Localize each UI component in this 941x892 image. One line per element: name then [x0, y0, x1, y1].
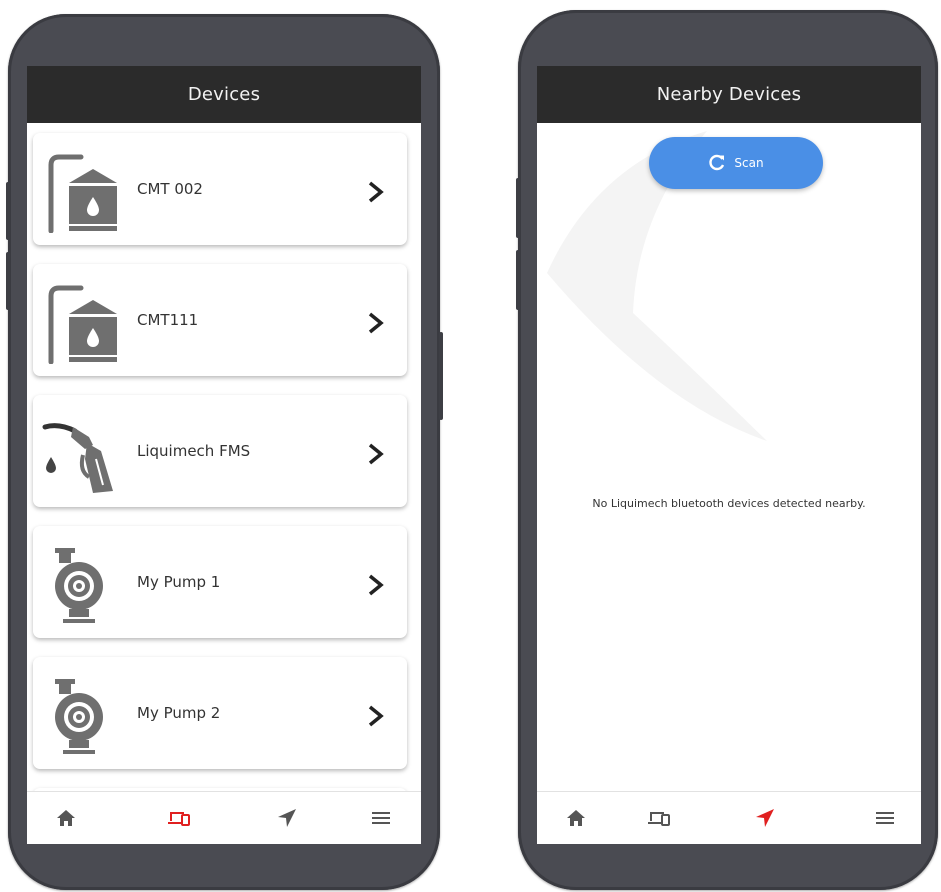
app-bar: Nearby Devices: [537, 66, 921, 123]
device-name: My Pump 2: [137, 704, 221, 722]
pump-icon: [55, 548, 103, 623]
device-name: Liquimech FMS: [137, 442, 251, 460]
devices-icon[interactable]: [646, 805, 672, 831]
pump-icon: [55, 679, 103, 754]
chevron-right-icon: [368, 574, 384, 596]
devices-screen: Devices CMT 002 CMT111 Liquimech FMS My …: [27, 66, 421, 844]
nearby-icon[interactable]: [752, 805, 778, 831]
device-card[interactable]: CMT 002: [33, 133, 407, 245]
scan-button[interactable]: Scan: [649, 137, 823, 189]
nearby-icon[interactable]: [274, 805, 300, 831]
device-card[interactable]: Liquimech FMS: [33, 395, 407, 507]
device-card[interactable]: CMT111: [33, 264, 407, 376]
fuel-tank-icon: [48, 285, 117, 364]
device-name: CMT 002: [137, 180, 203, 198]
empty-state-message: No Liquimech bluetooth devices detected …: [592, 497, 866, 510]
home-icon[interactable]: [53, 805, 79, 831]
chevron-right-icon: [368, 443, 384, 465]
device-name: My Pump 1: [137, 573, 221, 591]
menu-icon[interactable]: [872, 805, 898, 831]
chevron-right-icon: [368, 181, 384, 203]
volume-button: [6, 252, 10, 310]
phone-frame-nearby: Nearby Devices Scan No Liquimech bluetoo…: [516, 10, 938, 890]
volume-button: [516, 250, 520, 310]
volume-button: [6, 182, 10, 240]
refresh-icon: [709, 154, 725, 171]
devices-icon[interactable]: [166, 805, 192, 831]
page-title: Nearby Devices: [656, 84, 802, 105]
bottom-nav: [27, 791, 421, 844]
phone-frame-devices: Devices CMT 002 CMT111 Liquimech FMS My …: [6, 14, 443, 890]
device-name: CMT111: [137, 311, 199, 329]
app-bar: Devices: [27, 66, 421, 123]
menu-icon[interactable]: [368, 805, 394, 831]
fuel-nozzle-icon: [42, 423, 113, 493]
bottom-nav: [537, 791, 921, 844]
device-card[interactable]: My Pump 2: [33, 657, 407, 769]
power-button: [439, 332, 443, 420]
chevron-right-icon: [368, 705, 384, 727]
volume-button: [516, 178, 520, 238]
device-card[interactable]: My Pump 1: [33, 526, 407, 638]
nearby-devices-screen: Nearby Devices Scan No Liquimech bluetoo…: [537, 66, 921, 844]
scan-label: Scan: [734, 156, 764, 170]
home-icon[interactable]: [563, 805, 589, 831]
chevron-right-icon: [368, 312, 384, 334]
page-title: Devices: [187, 84, 261, 105]
device-list[interactable]: CMT 002 CMT111 Liquimech FMS My Pump 1 M…: [27, 123, 421, 792]
fuel-tank-icon: [48, 154, 117, 233]
nearby-content: Scan No Liquimech bluetooth devices dete…: [537, 123, 921, 792]
